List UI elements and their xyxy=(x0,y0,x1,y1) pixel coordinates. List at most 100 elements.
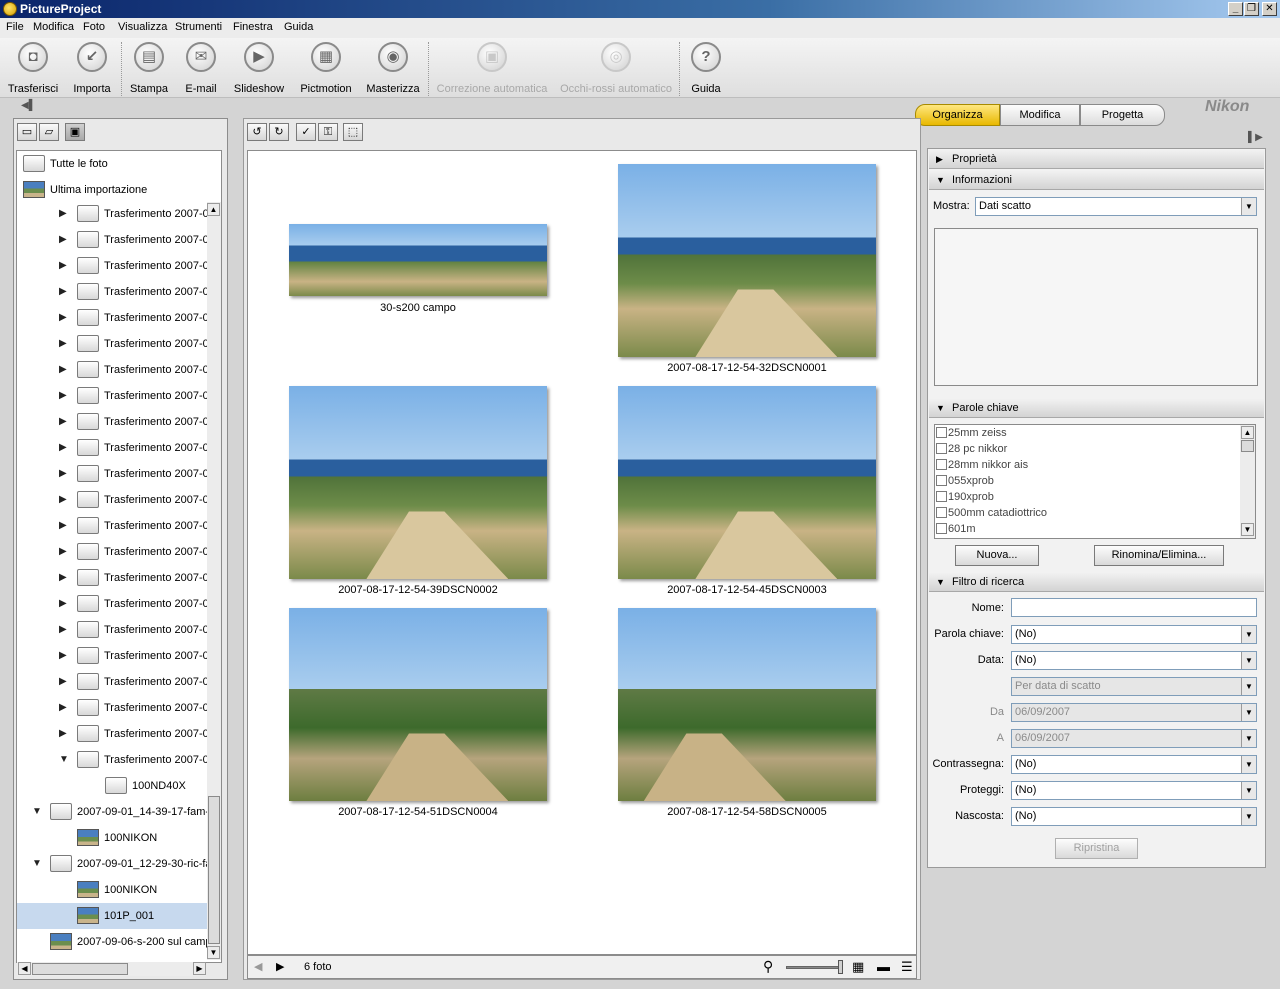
menu-file[interactable]: File xyxy=(6,21,24,33)
tree-h-scroll-thumb[interactable] xyxy=(32,963,128,975)
list-view-icon[interactable]: ☰ xyxy=(901,959,913,975)
expand-arrow-icon[interactable]: ▶ xyxy=(59,702,67,713)
expand-arrow-icon[interactable]: ▶ xyxy=(59,728,67,739)
menu-visualizza[interactable]: Visualizza xyxy=(118,21,167,33)
from-date-dropdown[interactable]: 06/09/2007 ▼ xyxy=(1011,703,1257,722)
auto-correct-button[interactable]: ▣ Correzione automatica xyxy=(436,40,548,95)
tree-item-transfer[interactable]: ▶ Trasferimento 2007-07 xyxy=(17,591,215,617)
expand-arrow-icon[interactable]: ▶ xyxy=(59,286,67,297)
reset-button[interactable]: Ripristina xyxy=(1055,838,1138,859)
tree-item-transfer[interactable]: ▶ Trasferimento 2007-07 xyxy=(17,331,215,357)
expand-arrow-icon[interactable]: ▶ xyxy=(59,390,67,401)
collapse-arrow-icon[interactable]: ▼ xyxy=(32,806,42,817)
checkmark-icon[interactable]: ✓ xyxy=(296,123,316,141)
photo-thumbnail[interactable] xyxy=(289,608,547,801)
hidden-filter-dropdown[interactable]: (No) ▼ xyxy=(1011,807,1257,826)
show-dropdown[interactable]: Dati scatto ▼ xyxy=(975,197,1257,216)
tree-item[interactable]: ▼ 2007-09-01_12-29-30-ric-fan xyxy=(17,851,218,877)
tree-item[interactable]: 101P_001 xyxy=(17,903,207,929)
keyword-checkbox[interactable] xyxy=(936,475,947,486)
tree-item-all-photos[interactable]: Tutte le foto xyxy=(17,151,207,177)
scroll-up-icon[interactable]: ▲ xyxy=(1241,426,1254,439)
tree-item-transfer[interactable]: ▶ Trasferimento 2007-07 xyxy=(17,201,215,227)
tree-item-transfer[interactable]: ▶ Trasferimento 2007-07 xyxy=(17,487,215,513)
tree-item-transfer[interactable]: ▶ Trasferimento 2007-07 xyxy=(17,669,215,695)
close-button[interactable]: ✕ xyxy=(1262,2,1277,16)
help-button[interactable]: ? Guida xyxy=(686,40,726,95)
collapse-arrow-icon[interactable]: ▼ xyxy=(59,754,69,765)
tab-progetta[interactable]: Progetta xyxy=(1080,104,1165,126)
key-icon[interactable]: ⚿ xyxy=(318,123,338,141)
tab-modifica[interactable]: Modifica xyxy=(1000,104,1080,126)
tree-item[interactable]: 2007-09-06-s-200 sul campo xyxy=(17,929,218,955)
photo-thumbnail[interactable] xyxy=(618,386,876,579)
tree-item-transfer[interactable]: ▶ Trasferimento 2007-07 xyxy=(17,253,215,279)
expand-arrow-icon[interactable]: ▶ xyxy=(59,624,67,635)
keyword-scroll-thumb[interactable] xyxy=(1241,440,1254,452)
keyword-filter-dropdown[interactable]: (No) ▼ xyxy=(1011,625,1257,644)
keyword-item[interactable]: 190xprob xyxy=(936,491,994,507)
tree-item-transfer[interactable]: ▶ Trasferimento 2007-07 xyxy=(17,461,215,487)
scroll-down-icon[interactable]: ▼ xyxy=(207,946,220,959)
rename-delete-button[interactable]: Rinomina/Elimina... xyxy=(1094,545,1224,566)
date-filter-dropdown[interactable]: (No) ▼ xyxy=(1011,651,1257,670)
filmstrip-view-icon[interactable]: ▬ xyxy=(877,959,890,974)
search-filter-section-header[interactable]: ▼ Filtro di ricerca xyxy=(929,572,1264,592)
tree-item-transfer[interactable]: ▶ Trasferimento 2007-07 xyxy=(17,721,215,747)
keyword-item[interactable]: 601m xyxy=(936,523,976,539)
tree-item-transfer[interactable]: ▶ Trasferimento 2007-07 xyxy=(17,565,215,591)
photo-thumbnail[interactable] xyxy=(618,608,876,801)
transfer-button[interactable]: ◘ Trasferisci xyxy=(5,40,61,95)
photo-thumbnail[interactable] xyxy=(289,224,547,296)
grid-view-icon[interactable]: ▦ xyxy=(852,959,864,975)
tree-item[interactable]: 100NIKON xyxy=(17,877,207,903)
tree-item-transfer[interactable]: ▶ Trasferimento 2007-07 xyxy=(17,539,215,565)
rotate-right-icon[interactable]: ↻ xyxy=(269,123,289,141)
menu-finestra[interactable]: Finestra xyxy=(233,21,273,33)
keyword-item[interactable]: 28mm nikkor ais xyxy=(936,459,1028,475)
expand-arrow-icon[interactable]: ▶ xyxy=(59,442,67,453)
expand-arrow-icon[interactable]: ▶ xyxy=(59,650,67,661)
expand-arrow-icon[interactable]: ▶ xyxy=(59,494,67,505)
tree-item-transfer-expanded[interactable]: ▼ Trasferimento 2007-09 xyxy=(17,747,215,773)
tree-item-transfer[interactable]: ▶ Trasferimento 2007-07 xyxy=(17,279,215,305)
expand-arrow-icon[interactable]: ▶ xyxy=(59,208,67,219)
tree-item-transfer[interactable]: ▶ Trasferimento 2007-07 xyxy=(17,513,215,539)
expand-arrow-icon[interactable]: ▶ xyxy=(59,312,67,323)
collapse-arrow-icon[interactable]: ▼ xyxy=(32,858,42,869)
tree-item[interactable]: ▼ 2007-09-01_14-39-17-fam-c xyxy=(17,799,215,825)
protect-filter-dropdown[interactable]: (No) ▼ xyxy=(1011,781,1257,800)
rotate-left-icon[interactable]: ↺ xyxy=(247,123,267,141)
expand-arrow-icon[interactable]: ▶ xyxy=(59,234,67,245)
expand-arrow-icon[interactable]: ▶ xyxy=(59,546,67,557)
collapse-left-icon[interactable]: ◀▌ xyxy=(21,100,36,111)
tree-item-transfer[interactable]: ▶ Trasferimento 2007-07 xyxy=(17,305,215,331)
keyword-checkbox[interactable] xyxy=(936,491,947,502)
scroll-up-icon[interactable]: ▲ xyxy=(207,203,220,216)
red-eye-button[interactable]: ◎ Occhi-rossi automatico xyxy=(558,40,674,95)
import-button[interactable]: ↙ Importa xyxy=(68,40,116,95)
properties-section-header[interactable]: ▶ Proprietà xyxy=(929,149,1264,169)
collapse-right-icon[interactable]: ▌▶ xyxy=(1248,132,1263,143)
tree-item[interactable]: 100ND40X xyxy=(17,773,207,799)
keyword-checkbox[interactable] xyxy=(936,459,947,470)
zoom-slider-handle[interactable] xyxy=(838,960,843,974)
restore-button[interactable]: ❐ xyxy=(1244,2,1259,16)
tree-item-transfer[interactable]: ▶ Trasferimento 2007-07 xyxy=(17,695,215,721)
keyword-item[interactable]: 25mm zeiss xyxy=(936,427,1007,443)
tree-item-transfer[interactable]: ▶ Trasferimento 2007-07 xyxy=(17,357,215,383)
tab-organizza[interactable]: Organizza xyxy=(915,104,1000,126)
keyword-item[interactable]: 055xprob xyxy=(936,475,994,491)
pictmotion-button[interactable]: ▦ Pictmotion xyxy=(298,40,354,95)
keyword-item[interactable]: 28 pc nikkor xyxy=(936,443,1007,459)
date-mode-dropdown[interactable]: Per data di scatto ▼ xyxy=(1011,677,1257,696)
tree-item-transfer[interactable]: ▶ Trasferimento 2007-07 xyxy=(17,409,215,435)
to-date-dropdown[interactable]: 06/09/2007 ▼ xyxy=(1011,729,1257,748)
email-button[interactable]: ✉ E-mail xyxy=(180,40,222,95)
expand-arrow-icon[interactable]: ▶ xyxy=(59,598,67,609)
photo-thumbnail[interactable] xyxy=(618,164,876,357)
keyword-checkbox[interactable] xyxy=(936,507,947,518)
expand-arrow-icon[interactable]: ▶ xyxy=(59,260,67,271)
tree-item-transfer[interactable]: ▶ Trasferimento 2007-07 xyxy=(17,643,215,669)
keywords-section-header[interactable]: ▼ Parole chiave xyxy=(929,398,1264,418)
